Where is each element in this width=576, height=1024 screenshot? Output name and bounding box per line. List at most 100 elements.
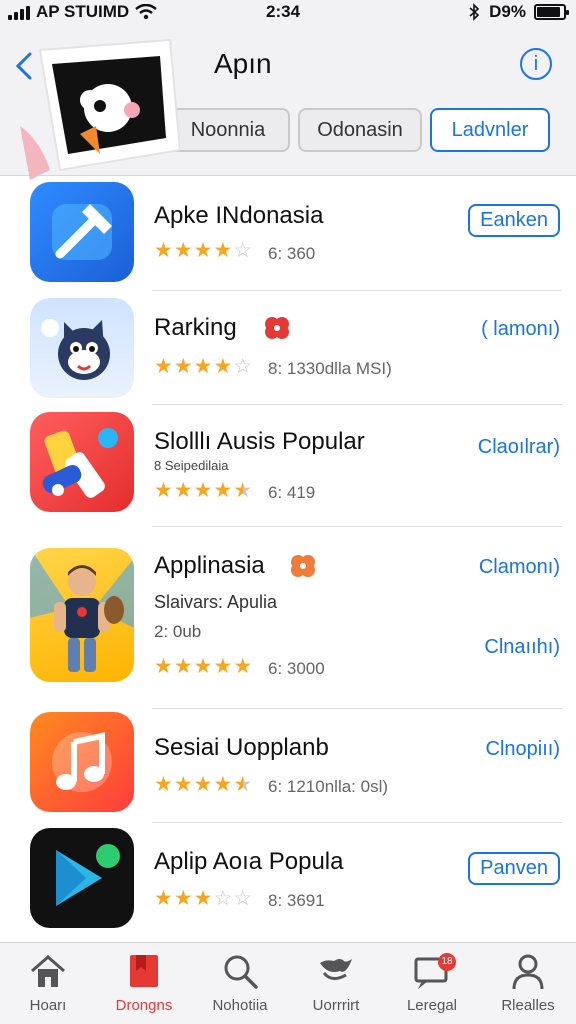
cartoon-cat-app-icon (30, 298, 134, 398)
star-rating: ★★★☆☆ (154, 886, 253, 911)
home-icon (31, 955, 65, 987)
star-filled-icon: ★ (193, 239, 214, 262)
segment-ladvnler[interactable]: Ladvnler (430, 108, 550, 152)
star-filled-icon: ★ (154, 355, 174, 378)
star-rating: ★★★★★ (154, 772, 253, 797)
app-subtitle: Slaivars: Apulia (154, 592, 278, 612)
divider (152, 822, 562, 823)
star-filled-icon: ★ (154, 655, 174, 678)
star-filled-icon: ★ (213, 655, 234, 678)
star-empty-icon: ☆ (233, 239, 254, 262)
app-action-button[interactable]: Clamonı) (479, 556, 560, 579)
star-empty-icon: ☆ (233, 887, 254, 910)
star-filled-icon: ★ (233, 655, 254, 678)
character-app-icon (30, 548, 134, 682)
rating-count: 6: 1210nlla: 0sl) (268, 777, 389, 796)
flower-badge-icon (262, 314, 292, 346)
star-filled-icon: ★ (193, 887, 214, 910)
star-filled-icon: ★ (193, 773, 214, 796)
tab-label: Rlealles (501, 997, 555, 1014)
divider (152, 290, 562, 291)
star-filled-icon: ★ (154, 479, 174, 502)
tab-home[interactable]: Hoarı (0, 951, 96, 1014)
star-filled-icon: ★ (213, 355, 234, 378)
star-filled-icon: ★ (193, 655, 214, 678)
star-filled-icon: ★ (154, 239, 174, 262)
hammer-app-icon (30, 182, 134, 282)
app-action-button[interactable]: Claoılrar) (478, 436, 560, 459)
star-rating: ★★★★☆ (154, 354, 253, 379)
star-filled-icon: ★ (173, 655, 194, 678)
list-item[interactable]: Sesiai Uopplanb ★★★★★ 6: 1210nlla: 0sl) … (0, 710, 576, 822)
star-filled-icon: ★ (154, 887, 174, 910)
segment-odonasin[interactable]: Odonasin (298, 108, 422, 152)
tab-uorrrirt[interactable]: Uorrrirt (288, 951, 384, 1014)
rating-count: 8: 1330dlla MSI) (268, 359, 392, 378)
star-filled-icon: ★ (193, 479, 214, 502)
divider (152, 708, 562, 709)
app-action-button[interactable]: ( lamonı) (481, 318, 560, 341)
segment-label: Noonnia (190, 119, 266, 141)
tab-label: Nohotiia (212, 997, 268, 1014)
star-filled-icon: ★ (213, 479, 234, 502)
bluetooth-icon (469, 3, 480, 21)
info-icon[interactable]: i (520, 48, 552, 80)
page-title: Apın (214, 48, 272, 79)
app-subtitle-secondary: 2: 0ub (154, 622, 202, 641)
notification-badge: 18 (438, 953, 456, 971)
list-item[interactable]: Rarking ★★★★☆ 8: 1330dlla MSI) ( lamonı) (0, 292, 576, 404)
music-note-app-icon (30, 712, 134, 812)
search-icon (224, 955, 258, 989)
tab-nohotiia[interactable]: Nohotiia (192, 951, 288, 1014)
status-left: AP STUIMD (8, 2, 157, 22)
tab-label: Hoarı (29, 997, 67, 1014)
star-filled-icon: ★ (213, 239, 234, 262)
segment-label: Ladvnler (451, 119, 529, 141)
app-name: Applinasia (154, 552, 265, 579)
tab-rlealles[interactable]: Rlealles (480, 951, 576, 1014)
star-rating: ★★★★★ (154, 654, 253, 679)
app-name: Slolllı Ausis Popular (154, 428, 365, 455)
app-action-button[interactable]: Eanken (468, 204, 560, 237)
carrier-name: AP STUIMD (36, 2, 130, 21)
star-filled-icon: ★ (193, 355, 214, 378)
battery-icon (534, 4, 569, 20)
flower-badge-icon (288, 552, 318, 584)
app-subtitle: 8 Seipedilaia (154, 458, 229, 473)
rating-count: 6: 360 (268, 244, 316, 263)
battery-percent: D9% (489, 2, 526, 21)
status-bar: AP STUIMD 2:34 D9% (0, 0, 576, 26)
star-filled-icon: ★ (173, 355, 194, 378)
app-secondary-action-button[interactable]: Clnaııhı) (484, 636, 560, 659)
paint-app-icon (30, 412, 134, 512)
divider (152, 526, 562, 527)
tab-leregal[interactable]: 18 Leregal (384, 951, 480, 1014)
rating-count: 6: 3000 (268, 659, 325, 678)
bird-icon (320, 959, 352, 980)
segment-noonnia[interactable]: Noonnia (166, 108, 290, 152)
tab-label: Uorrrirt (312, 997, 360, 1014)
status-time: 2:34 (266, 2, 301, 21)
list-item[interactable]: Applinasia Slaivars: Apulia 2: 0ub ★★★★★… (0, 528, 576, 706)
star-filled-icon: ★ (173, 887, 194, 910)
star-rating: ★★★★☆ (154, 238, 253, 263)
tab-label: Leregal (406, 997, 458, 1014)
app-name: Apke INdonasia (154, 202, 324, 229)
tab-bar: Hoarı Drongns Nohotiia Uorrrirt 18 Lereg… (0, 942, 576, 1024)
rating-count: 8: 3691 (268, 891, 325, 910)
list-item[interactable]: Aplip Aoıa Popula ★★★☆☆ 8: 3691 Panven (0, 824, 576, 936)
star-filled-icon: ★ (213, 773, 234, 796)
tab-label: Drongns (115, 997, 173, 1014)
wifi-icon (135, 4, 157, 20)
app-name: Rarking (154, 314, 237, 341)
list-item[interactable]: Slolllı Ausis Popular 8 Seipedilaia ★★★★… (0, 406, 576, 524)
app-action-button[interactable]: Panven (468, 852, 560, 885)
app-name: Aplip Aoıa Popula (154, 848, 344, 875)
person-icon (512, 954, 544, 990)
tab-drongns[interactable]: Drongns (96, 951, 192, 1014)
app-action-button[interactable]: Clnopiıı) (486, 738, 560, 761)
list-item[interactable]: Apke INdonasia ★★★★☆ 6: 360 Eanken (0, 176, 576, 290)
star-filled-icon: ★ (173, 239, 194, 262)
star-filled-icon: ★ (173, 773, 194, 796)
star-empty-icon: ☆ (233, 355, 254, 378)
